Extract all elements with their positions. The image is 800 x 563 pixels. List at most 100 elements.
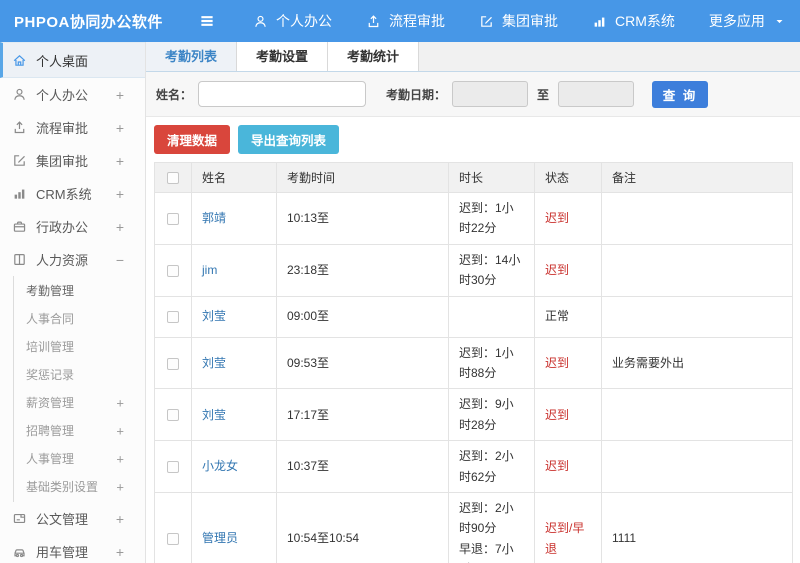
sidebar-item-2[interactable]: 个人办公 + [0, 78, 145, 111]
expand-toggle[interactable]: + [116, 154, 124, 168]
expand-toggle[interactable]: + [116, 121, 124, 135]
flow-icon [12, 120, 29, 135]
employee-name-link[interactable]: 刘莹 [202, 356, 226, 370]
row-checkbox[interactable] [167, 213, 179, 226]
tab-3[interactable]: 考勤统计 [328, 42, 420, 71]
time-cell: 09:53至 [276, 336, 449, 390]
duration-cell: 迟到：1小时22分 [448, 192, 535, 245]
sidebar-subitem-label: 奖惩记录 [26, 368, 75, 382]
sidebar-item-5[interactable]: CRM系统 + [0, 177, 145, 210]
tab-label: 考勤列表 [165, 49, 218, 64]
row-checkbox-cell [154, 491, 192, 563]
sidebar-subitem-8[interactable]: 基础类别设置 + [14, 473, 145, 501]
sidebar-subitem-label: 人事管理 [26, 452, 75, 466]
row-checkbox[interactable] [167, 409, 179, 422]
top-header: PHPOA协同办公软件 个人办公 流程审批 集团审批 CRM系统 更多应用 [0, 0, 800, 42]
edit-icon [479, 14, 494, 29]
row-checkbox[interactable] [167, 533, 179, 546]
expand-toggle[interactable]: + [116, 425, 124, 438]
nav-item-5[interactable]: 更多应用 [692, 0, 800, 42]
expand-toggle[interactable]: + [116, 397, 124, 410]
name-cell: 刘莹 [191, 295, 277, 338]
status-badge: 迟到 [545, 355, 570, 370]
remark-cell [601, 388, 793, 442]
employee-name-link[interactable]: 刘莹 [202, 309, 226, 323]
employee-name-link[interactable]: jim [202, 263, 217, 277]
sidebar-item-3[interactable]: 流程审批 + [0, 111, 145, 144]
expand-toggle[interactable]: + [116, 512, 124, 526]
expand-toggle[interactable]: + [116, 220, 124, 234]
time-cell: 10:37至 [276, 440, 449, 493]
sidebar-item-8[interactable]: 公文管理 + [0, 502, 145, 535]
attendance-time: 09:00至 [287, 309, 330, 324]
sidebar-subitem-1[interactable]: 考勤管理 [14, 277, 145, 305]
chart-icon [592, 14, 607, 29]
hamburger-menu-icon[interactable] [198, 12, 216, 30]
status-badge: 迟到 [545, 459, 570, 474]
date-from-input[interactable] [452, 81, 529, 107]
column-header: 考勤时间 [276, 162, 449, 193]
nav-item-3[interactable]: 集团审批 [462, 0, 575, 42]
expand-toggle[interactable]: + [116, 187, 124, 201]
sidebar-item-4[interactable]: 集团审批 + [0, 144, 145, 177]
remark-cell [601, 243, 793, 297]
expand-toggle[interactable]: + [116, 88, 124, 102]
column-header: 姓名 [191, 162, 277, 193]
employee-name-link[interactable]: 小龙女 [202, 459, 238, 473]
expand-toggle[interactable]: + [116, 481, 124, 494]
nav-item-4[interactable]: CRM系统 [575, 0, 692, 42]
sidebar-item-6[interactable]: 行政办公 + [0, 210, 145, 243]
sidebar-subitem-6[interactable]: 招聘管理 + [14, 417, 145, 445]
table-row: 刘莹 17:17至 迟到：9小时28分 迟到 [154, 388, 793, 442]
row-checkbox-cell [154, 243, 192, 297]
sidebar-item-7[interactable]: 人力资源 − [0, 243, 145, 276]
sidebar-item-1[interactable]: 个人桌面 [0, 42, 145, 78]
duration-line: 迟到：14小时30分 [459, 252, 521, 288]
tab-1[interactable]: 考勤列表 [146, 42, 238, 71]
clean-data-button[interactable]: 清理数据 [154, 125, 231, 154]
sidebar-subitem-2[interactable]: 人事合同 [14, 305, 145, 333]
time-cell: 23:18至 [276, 243, 449, 297]
status-cell: 迟到 [534, 440, 602, 493]
employee-name-link[interactable]: 郭靖 [202, 211, 226, 225]
nav-item-1[interactable]: 个人办公 [236, 0, 349, 42]
sidebar-subitem-3[interactable]: 培训管理 [14, 333, 145, 361]
row-checkbox[interactable] [167, 311, 179, 324]
name-cell: 刘莹 [191, 388, 277, 442]
duration-line: 迟到：1小时22分 [459, 201, 514, 236]
user-icon [253, 14, 268, 29]
sidebar-subitem-7[interactable]: 人事管理 + [14, 445, 145, 473]
sidebar-subitem-label: 基础类别设置 [26, 480, 99, 494]
sidebar-subitem-5[interactable]: 薪资管理 + [14, 389, 145, 417]
expand-toggle[interactable]: + [116, 545, 124, 559]
sidebar-subitem-4[interactable]: 奖惩记录 [14, 361, 145, 389]
select-all-checkbox[interactable] [167, 172, 179, 185]
tab-2[interactable]: 考勤设置 [237, 42, 329, 71]
car-icon [12, 544, 29, 559]
search-button[interactable]: 查 询 [652, 80, 709, 108]
sidebar-item-label: 流程审批 [36, 121, 89, 136]
row-checkbox[interactable] [167, 357, 179, 370]
export-list-button[interactable]: 导出查询列表 [238, 125, 340, 154]
status-cell: 迟到 [534, 388, 602, 442]
nav-item-2[interactable]: 流程审批 [349, 0, 462, 42]
expand-toggle[interactable]: + [116, 453, 124, 466]
employee-name-link[interactable]: 刘莹 [202, 408, 226, 422]
name-label: 姓名： [156, 87, 193, 102]
tab-label: 考勤设置 [256, 49, 309, 64]
time-cell: 10:13至 [276, 192, 449, 245]
duration-cell: 迟到：9小时28分 [448, 388, 535, 442]
name-input[interactable] [198, 81, 367, 107]
attendance-table: 姓名 考勤时间 时长 状态 备注 郭靖 10:13至 迟到：1小时22分 迟到 jim 23:18… [154, 162, 793, 563]
tab-bar: 考勤列表 考勤设置 考勤统计 [146, 42, 800, 72]
duration-cell: 迟到：14小时30分 [448, 243, 535, 297]
date-to-input[interactable] [558, 81, 635, 107]
row-checkbox[interactable] [167, 264, 179, 277]
row-checkbox[interactable] [167, 461, 179, 474]
attendance-time: 10:37至 [287, 459, 330, 474]
employee-name-link[interactable]: 管理员 [202, 531, 238, 545]
sidebar-item-9[interactable]: 用车管理 + [0, 535, 145, 563]
expand-toggle[interactable]: − [116, 253, 124, 267]
name-cell: 管理员 [191, 491, 277, 563]
sidebar-subitem-label: 人事合同 [26, 312, 75, 326]
